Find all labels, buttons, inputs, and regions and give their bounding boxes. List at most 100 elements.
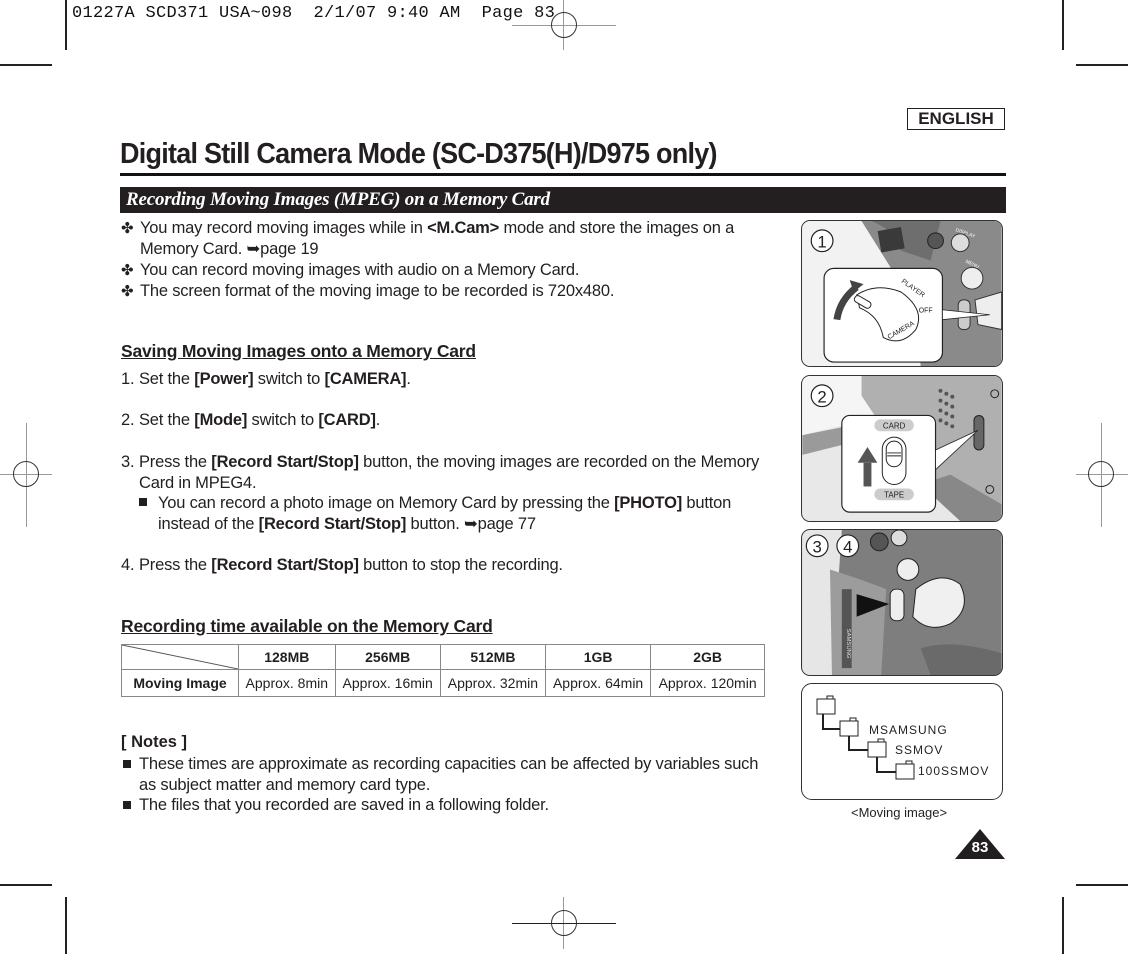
crop-mark xyxy=(1062,0,1064,50)
text-run: page 77 xyxy=(477,515,536,533)
bullet-icon: ✤ xyxy=(121,283,134,300)
emphasis-text: [Record Start/Stop] xyxy=(258,515,407,533)
note-text: The files that you recorded are saved in… xyxy=(139,796,549,814)
label-card: CARD xyxy=(883,421,906,430)
text-run: . xyxy=(406,370,411,388)
language-badge: ENGLISH xyxy=(907,108,1005,130)
step-4: 4. Press the [Record Start/Stop] button … xyxy=(121,555,776,576)
recording-time-table: 128MB 256MB 512MB 1GB 2GB Moving Image A… xyxy=(121,644,765,697)
title-rule xyxy=(120,173,1006,176)
saving-heading: Saving Moving Images onto a Memory Card xyxy=(121,341,476,361)
table-cell: Approx. 120min xyxy=(650,669,765,697)
text-run: You can record a photo image on Memory C… xyxy=(158,494,615,512)
svg-text:SAMSUNG: SAMSUNG xyxy=(845,629,851,659)
intro-bullet: ✤ You can record moving images with audi… xyxy=(121,260,771,281)
step-number-icon: 4 xyxy=(843,538,852,557)
bullet-icon: ✤ xyxy=(121,220,134,237)
label-tape: TAPE xyxy=(884,490,904,499)
crop-mark xyxy=(65,897,67,954)
crop-mark xyxy=(0,884,52,886)
emphasis-text: [CARD] xyxy=(318,411,376,429)
diagonal-line xyxy=(122,645,238,669)
page-ref-arrow-icon: ➥ xyxy=(246,240,261,258)
folder-icon xyxy=(895,763,915,780)
step-number-icon: 2 xyxy=(817,388,826,407)
note-item: The files that you recorded are saved in… xyxy=(121,795,776,816)
folder-icon xyxy=(839,720,859,737)
step-1: 1. Set the [Power] switch to [CAMERA]. xyxy=(121,369,776,390)
column-header: 2GB xyxy=(650,644,765,670)
section-title: Recording Moving Images (MPEG) on a Memo… xyxy=(126,189,550,210)
column-header: 1GB xyxy=(544,644,652,670)
intro-text: You may record moving images while in <M… xyxy=(140,219,735,258)
crop-mark xyxy=(1076,64,1128,66)
table-header-row: 128MB 256MB 512MB 1GB 2GB xyxy=(121,644,765,670)
emphasis-text: [Record Start/Stop] xyxy=(211,556,359,574)
note-text: These times are approximate as recording… xyxy=(139,755,759,794)
note-text: You can record a photo image on Memory C… xyxy=(158,493,759,535)
text-run: button. xyxy=(406,515,464,533)
intro-bullet: ✤ The screen format of the moving image … xyxy=(121,281,771,302)
intro-text: The screen format of the moving image to… xyxy=(140,282,615,300)
emphasis-text: [PHOTO] xyxy=(614,494,683,512)
text-run: Press the xyxy=(139,556,212,574)
intro-text: You can record moving images with audio … xyxy=(140,261,580,279)
step-number-icon: 1 xyxy=(817,233,826,252)
text-run: Press the xyxy=(139,453,212,471)
row-label: Moving Image xyxy=(121,669,239,697)
illustration-mode-switch: CARD TAPE 2 xyxy=(801,375,1003,522)
table-cell: Approx. 16min xyxy=(334,669,441,697)
emphasis-text: [Power] xyxy=(194,370,254,388)
illustration-record-button: SAMSUNG 3 4 xyxy=(801,529,1003,676)
column-header: 256MB xyxy=(334,644,441,670)
folder-label: SSMOV xyxy=(895,743,944,757)
step-3-note: You can record a photo image on Memory C… xyxy=(139,493,759,535)
label-off: OFF xyxy=(919,308,933,315)
step-number: 3. xyxy=(121,453,135,471)
bullet-icon: ✤ xyxy=(121,262,134,279)
page-title: Digital Still Camera Mode (SC-D375(H)/D9… xyxy=(120,138,717,170)
folder-tree-diagram: MSAMSUNG SSMOV 100SSMOV xyxy=(801,683,1003,800)
step-number: 4. xyxy=(121,556,135,574)
step-2: 2. Set the [Mode] switch to [CARD]. xyxy=(121,410,776,431)
folder-label: 100SSMOV xyxy=(918,764,990,778)
notes-title: [ Notes ] xyxy=(121,733,187,751)
crop-mark xyxy=(1062,897,1064,954)
step-text: Set the [Mode] switch to [CARD]. xyxy=(139,410,776,431)
emphasis-text: [Mode] xyxy=(194,411,248,429)
step-3: 3. Press the [Record Start/Stop] button,… xyxy=(121,452,776,494)
column-header: 512MB xyxy=(439,644,547,670)
folder-caption: <Moving image> xyxy=(851,805,948,820)
step-text: Set the [Power] switch to [CAMERA]. xyxy=(139,369,776,390)
square-bullet-icon xyxy=(123,760,131,768)
page-number: 83 xyxy=(971,839,989,856)
emphasis-text: [Record Start/Stop] xyxy=(211,453,359,471)
table-cell: Approx. 32min xyxy=(439,669,547,697)
intro-bullet: ✤ You may record moving images while in … xyxy=(121,218,771,260)
text-run: switch to xyxy=(253,370,325,388)
illustration-power-switch: PLAYER OFF CAMERA DISPLAY MENU 1 xyxy=(801,220,1003,367)
step-number: 1. xyxy=(121,370,135,388)
column-header: 128MB xyxy=(238,644,336,670)
table-cell: Approx. 64min xyxy=(544,669,652,697)
recording-time-heading: Recording time available on the Memory C… xyxy=(121,616,493,636)
step-number: 2. xyxy=(121,411,135,429)
text-run: Set the xyxy=(139,370,195,388)
crop-mark xyxy=(1076,884,1128,886)
page-reference: page 19 xyxy=(260,240,319,258)
text-run: switch to xyxy=(247,411,319,429)
text-run: ➥ xyxy=(463,515,478,533)
crop-mark xyxy=(65,0,67,50)
square-bullet-icon xyxy=(139,498,147,506)
section-header-bar: Recording Moving Images (MPEG) on a Memo… xyxy=(120,187,1006,213)
table-corner-cell xyxy=(121,644,239,670)
step-text: Press the [Record Start/Stop] button, th… xyxy=(139,452,776,494)
folder-icon xyxy=(867,741,887,758)
page-number-badge: 83 xyxy=(955,829,1005,859)
table-row: Moving Image Approx. 8min Approx. 16min … xyxy=(121,669,765,697)
square-bullet-icon xyxy=(123,801,131,809)
note-item: These times are approximate as recording… xyxy=(121,754,776,796)
crop-mark xyxy=(0,64,52,66)
emphasis-text: [CAMERA] xyxy=(324,370,407,388)
step-text: Press the [Record Start/Stop] button to … xyxy=(139,555,776,576)
